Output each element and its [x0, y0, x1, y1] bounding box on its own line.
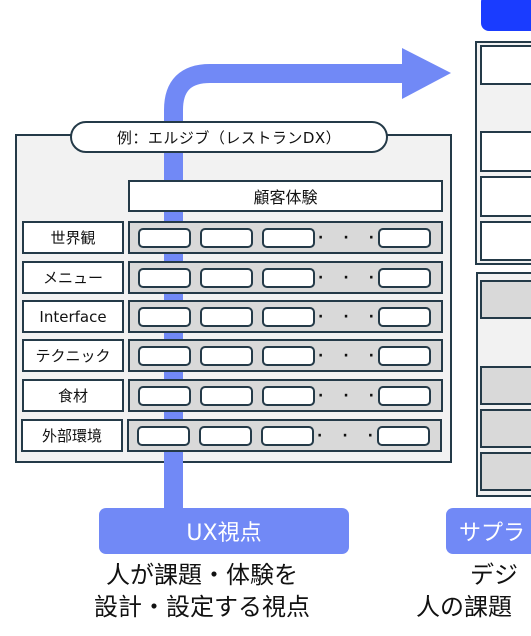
experience-cell	[377, 426, 430, 446]
ellipsis-dot: ·	[318, 270, 324, 286]
experience-cell	[138, 268, 191, 288]
experience-cell	[138, 307, 191, 327]
experience-cell	[378, 268, 431, 288]
row-track: · · ·	[127, 419, 442, 452]
experience-cell	[262, 346, 315, 366]
arrow-segment	[164, 254, 183, 261]
ellipsis-dot: ·	[368, 309, 374, 325]
row-track: · · ·	[128, 339, 443, 372]
row-label: テクニック	[22, 339, 124, 372]
arrow-segment	[164, 333, 183, 339]
experience-cell	[138, 346, 191, 366]
ellipsis-dots: · · ·	[318, 264, 374, 292]
experience-cell	[262, 268, 315, 288]
experience-cell	[137, 426, 190, 446]
row-track: · · ·	[128, 221, 443, 254]
row-label: メニュー	[22, 261, 124, 294]
experience-cell	[200, 307, 253, 327]
experience-cell	[378, 386, 431, 406]
experience-cell	[378, 346, 431, 366]
row-track: · · ·	[128, 261, 443, 294]
row-label: 世界観	[22, 221, 124, 254]
arrow-head	[402, 48, 451, 99]
ellipsis-dot: ·	[368, 270, 374, 286]
row-track: · · ·	[128, 300, 443, 333]
row-label: 食材	[22, 379, 124, 412]
ux-caption-line2: 設計・設定する視点	[94, 593, 310, 621]
experience-cell	[200, 346, 253, 366]
ellipsis-dot: ·	[318, 348, 324, 364]
experience-cell	[378, 307, 431, 327]
experience-cell	[138, 228, 191, 248]
supply-caption-line2: 人の課題	[416, 593, 512, 621]
arrow-segment	[164, 212, 183, 221]
ellipsis-dot: ·	[343, 388, 349, 404]
arrow-segment	[164, 372, 183, 379]
experience-cell	[378, 228, 431, 248]
experience-cell	[200, 386, 253, 406]
ellipsis-dots: · · ·	[318, 303, 374, 331]
ellipsis-dot: ·	[343, 348, 349, 364]
ux-caption-line1: 人が課題・体験を	[106, 561, 298, 589]
customer-experience-header: 顧客体験	[128, 180, 443, 212]
ellipsis-dots: · · ·	[317, 422, 373, 450]
experience-cell	[200, 228, 253, 248]
ellipsis-dot: ·	[318, 230, 324, 246]
ellipsis-dot: ·	[318, 309, 324, 325]
ellipsis-dot: ·	[343, 270, 349, 286]
supply-caption-line1: デジ	[470, 561, 518, 589]
experience-cell	[200, 268, 253, 288]
experience-cell	[261, 426, 314, 446]
ellipsis-dot: ·	[367, 428, 373, 444]
experience-cell	[138, 386, 191, 406]
ellipsis-dots: · · ·	[318, 382, 374, 410]
row-track: · · ·	[128, 379, 443, 412]
row-label: 外部環境	[21, 419, 123, 452]
supply-perspective-label: サプラ	[446, 508, 531, 554]
ellipsis-dots: · · ·	[318, 342, 374, 370]
ellipsis-dot: ·	[317, 428, 323, 444]
example-title-pill: 例：エルジブ（レストランDX）	[70, 121, 388, 153]
experience-cell	[199, 426, 252, 446]
arrow-segment	[164, 294, 183, 300]
arrow-segment	[164, 412, 183, 419]
ellipsis-dot: ·	[343, 230, 349, 246]
ellipsis-dots: · · ·	[318, 224, 374, 252]
ellipsis-dot: ·	[343, 309, 349, 325]
ellipsis-dot: ·	[342, 428, 348, 444]
experience-cell	[262, 386, 315, 406]
row-label: Interface	[22, 300, 124, 333]
experience-cell	[262, 228, 315, 248]
ellipsis-dot: ·	[368, 230, 374, 246]
ellipsis-dot: ·	[368, 388, 374, 404]
ellipsis-dot: ·	[318, 388, 324, 404]
ellipsis-dot: ·	[368, 348, 374, 364]
ux-perspective-label: UX視点	[99, 508, 349, 554]
experience-cell	[262, 307, 315, 327]
